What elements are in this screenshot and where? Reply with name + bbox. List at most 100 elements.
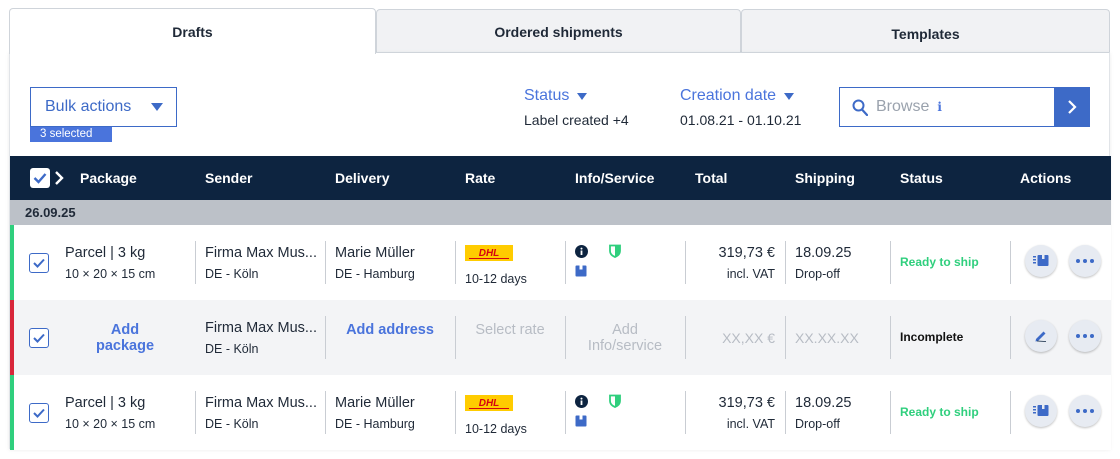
- divider: [325, 316, 326, 359]
- select-rate-placeholder[interactable]: Select rate: [475, 322, 545, 338]
- bulk-actions-dropdown[interactable]: Bulk actions: [30, 87, 177, 127]
- divider: [455, 241, 456, 284]
- total-placeholder: XX,XX €: [722, 330, 775, 346]
- ship-date-placeholder: XX.XX.XX: [795, 330, 859, 346]
- vat-note: incl. VAT: [726, 417, 775, 431]
- total-price: 319,73 €: [718, 395, 775, 411]
- ship-type: Drop-off: [795, 417, 840, 431]
- package-icon[interactable]: [575, 415, 587, 427]
- row-checkbox[interactable]: [29, 403, 49, 423]
- search-input[interactable]: Browse i: [839, 87, 1055, 127]
- rate-transit-time: 10-12 days: [465, 422, 527, 436]
- status-badge: Ready to ship: [900, 255, 979, 269]
- truck-icon: [1033, 405, 1049, 416]
- divider: [1010, 391, 1011, 434]
- divider: [890, 391, 891, 434]
- divider: [565, 391, 566, 434]
- search-button[interactable]: [1054, 87, 1090, 127]
- info-icon[interactable]: i: [937, 100, 942, 114]
- edit-button[interactable]: [1025, 320, 1057, 352]
- divider: [195, 241, 196, 284]
- ship-date: 18.09.25: [795, 245, 852, 261]
- tab-label: Templates: [891, 25, 960, 42]
- tab-label: Drafts: [172, 23, 213, 40]
- divider: [785, 241, 786, 284]
- table-row[interactable]: Add package Firma Max Mus... DE - Köln Ad…: [10, 300, 1111, 375]
- sender-location: DE - Köln: [205, 342, 259, 356]
- package-icon[interactable]: [575, 265, 587, 277]
- tab-drafts[interactable]: Drafts: [9, 8, 376, 54]
- row-checkbox[interactable]: [29, 328, 49, 348]
- search-placeholder: Browse: [876, 98, 930, 115]
- status-indicator-bar: [10, 300, 14, 375]
- pencil-icon: [1035, 331, 1047, 342]
- tab-label: Ordered shipments: [494, 23, 623, 40]
- sender-location: DE - Köln: [205, 267, 259, 281]
- tab-templates[interactable]: Templates: [741, 9, 1110, 53]
- chevron-down-icon: [577, 92, 588, 100]
- shield-icon[interactable]: [609, 394, 621, 408]
- column-header-rate: Rate: [465, 170, 496, 186]
- column-header-total: Total: [695, 170, 728, 186]
- divider: [685, 241, 686, 284]
- creation-date-title: Creation date: [680, 87, 777, 104]
- recipient-location: DE - Hamburg: [335, 417, 415, 431]
- column-header-shipping: Shipping: [795, 170, 855, 186]
- status-indicator-bar: [10, 375, 14, 450]
- package-dimensions: 10 × 20 × 15 cm: [65, 267, 156, 281]
- ship-type: Drop-off: [795, 267, 840, 281]
- package-type: Parcel | 3 kg: [65, 395, 146, 411]
- creation-date-filter[interactable]: Creation date 01.08.21 - 01.10.21: [680, 87, 801, 128]
- more-actions-button[interactable]: [1069, 245, 1101, 277]
- vat-note: incl. VAT: [726, 267, 775, 281]
- info-icon[interactable]: [575, 245, 588, 258]
- recipient-location: DE - Hamburg: [335, 267, 415, 281]
- divider: [325, 391, 326, 434]
- select-all-checkbox[interactable]: [30, 168, 50, 188]
- table-row[interactable]: Parcel | 3 kg 10 × 20 × 15 cm Firma Max M…: [10, 375, 1111, 450]
- status-badge: Ready to ship: [900, 405, 979, 419]
- service-icons: [575, 244, 625, 285]
- status-indicator-bar: [10, 225, 14, 300]
- date-group-label: 26.09.25: [25, 205, 76, 220]
- package-type: Parcel | 3 kg: [65, 245, 146, 261]
- checkmark-icon: [33, 333, 45, 343]
- tab-ordered-shipments[interactable]: Ordered shipments: [376, 9, 741, 53]
- more-actions-button[interactable]: [1069, 395, 1101, 427]
- status-filter[interactable]: Status Label created +4: [524, 87, 629, 128]
- table-row[interactable]: Parcel | 3 kg 10 × 20 × 15 cm Firma Max M…: [10, 225, 1111, 300]
- info-icon[interactable]: [575, 395, 588, 408]
- dhl-logo-icon: DHL: [465, 245, 513, 261]
- divider: [785, 316, 786, 359]
- add-info-service-placeholder[interactable]: Add Info/service: [575, 322, 675, 354]
- status-badge: Incomplete: [900, 330, 964, 344]
- selected-count-badge: 3 selected: [30, 127, 112, 142]
- column-header-status: Status: [900, 170, 943, 186]
- carrier-name: DHL: [479, 248, 500, 259]
- divider: [195, 391, 196, 434]
- divider: [325, 241, 326, 284]
- carrier-name: DHL: [479, 398, 500, 409]
- more-icon: [1076, 334, 1094, 338]
- search-icon: [852, 99, 868, 116]
- bulk-actions-label: Bulk actions: [45, 98, 132, 115]
- chevron-down-icon: [151, 103, 163, 111]
- more-actions-button[interactable]: [1069, 320, 1101, 352]
- sender-name: Firma Max Mus...: [205, 320, 317, 336]
- add-address-link[interactable]: Add address: [345, 322, 435, 338]
- drafts-panel: Bulk actions 3 selected Status Label cre…: [9, 52, 1111, 450]
- divider: [565, 241, 566, 284]
- shield-icon[interactable]: [609, 244, 621, 258]
- truck-icon: [1033, 255, 1049, 266]
- add-package-link[interactable]: Add package: [85, 322, 165, 354]
- row-checkbox[interactable]: [29, 253, 49, 273]
- ship-button[interactable]: [1025, 395, 1057, 427]
- more-icon: [1076, 409, 1094, 413]
- ship-button[interactable]: [1025, 245, 1057, 277]
- divider: [455, 316, 456, 359]
- sender-name: Firma Max Mus...: [205, 395, 317, 411]
- column-header-sender: Sender: [205, 170, 253, 186]
- chevron-right-icon[interactable]: [54, 169, 64, 187]
- dhl-logo-icon: DHL: [465, 395, 513, 411]
- divider: [890, 316, 891, 359]
